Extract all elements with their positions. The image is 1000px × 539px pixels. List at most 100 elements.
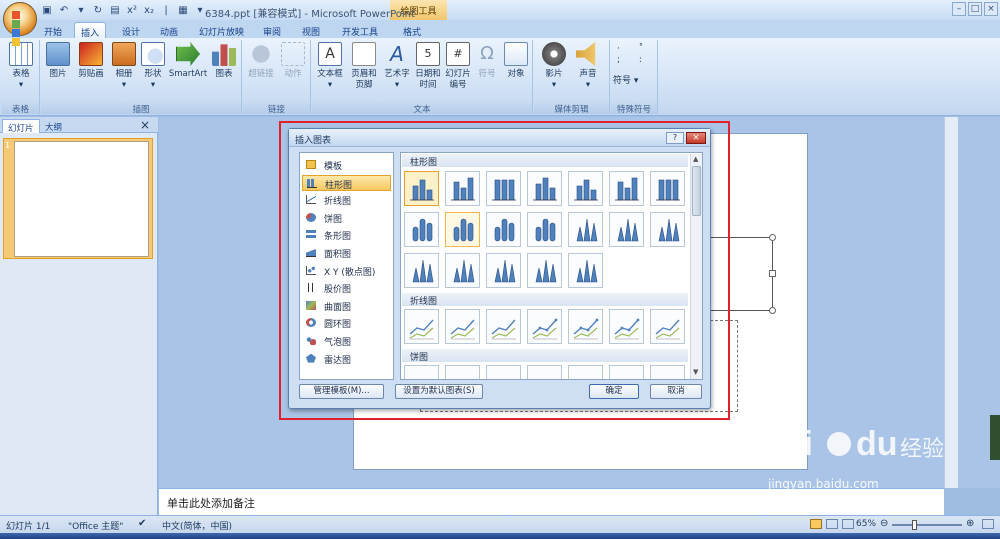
header-footer-button[interactable]: 页眉和 页脚	[347, 42, 381, 91]
group-media: 影片 ▾ 声音 ▾ 媒体剪辑	[534, 40, 610, 115]
subscript-icon[interactable]: x₂	[142, 3, 156, 17]
save-icon[interactable]: ▣	[40, 3, 54, 17]
tab-outline[interactable]: 大纲	[40, 119, 67, 133]
film-reel-icon	[542, 42, 566, 66]
zoom-slider[interactable]	[892, 524, 962, 526]
office-button[interactable]	[3, 2, 37, 46]
slide-number-button[interactable]: # 幻灯片 编号	[443, 42, 473, 91]
tab-animations[interactable]: 动画	[154, 22, 184, 38]
textbox-button[interactable]: A 文本框 ▾	[314, 42, 346, 91]
hyperlink-label: 超链接	[248, 69, 274, 79]
slide-thumbnail[interactable]	[14, 141, 149, 257]
special-symbol-label: 符号	[613, 76, 632, 86]
chart-button[interactable]: 图表	[209, 42, 239, 80]
close-icon[interactable]: ×	[984, 2, 998, 16]
picture-label: 图片	[49, 69, 67, 79]
smartart-icon	[176, 42, 200, 66]
shapes-icon	[141, 42, 165, 66]
slide-number-icon: #	[446, 42, 470, 66]
minimize-icon[interactable]: –	[952, 2, 966, 16]
print-preview-icon[interactable]: ▤	[108, 3, 122, 17]
smartart-label: SmartArt	[168, 69, 208, 79]
paste-small-icon[interactable]: ▦	[176, 3, 190, 17]
album-button[interactable]: 相册 ▾	[109, 42, 139, 91]
symbol-label: 符号	[478, 69, 496, 79]
highlight-frame	[279, 121, 730, 420]
slideshow-view-icon[interactable]	[842, 519, 854, 529]
wordart-label: 艺术字	[384, 69, 410, 79]
tab-review[interactable]: 审阅	[257, 22, 287, 38]
chart-icon	[212, 44, 236, 66]
slides-panel: 幻灯片 大纲 × 1	[0, 117, 158, 515]
group-label-text: 文本	[312, 102, 532, 115]
hyperlink-button[interactable]: 超链接	[245, 42, 277, 80]
sound-button[interactable]: 声音 ▾	[572, 42, 604, 91]
tab-slides[interactable]: 幻灯片	[2, 119, 40, 134]
date-time-button[interactable]: 5 日期和 时间	[413, 42, 443, 91]
symbol-grid-icon: · ˚; :	[617, 44, 652, 65]
album-icon	[112, 42, 136, 66]
movie-button[interactable]: 影片 ▾	[538, 42, 570, 91]
clipart-button[interactable]: 剪贴画	[75, 42, 107, 80]
group-label-illustrations: 插图	[41, 102, 241, 115]
tab-slideshow[interactable]: 幻灯片放映	[193, 22, 250, 38]
symbol-button[interactable]: Ω 符号	[474, 42, 500, 80]
slide-number-label: 幻灯片 编号	[445, 69, 471, 90]
special-symbol-button[interactable]: · ˚; : 符号 ▾	[613, 42, 655, 87]
zoom-out-icon[interactable]: ⊖	[880, 518, 888, 529]
panel-tabs: 幻灯片 大纲 ×	[0, 117, 158, 134]
normal-view-icon[interactable]	[810, 519, 822, 529]
hyperlink-icon	[249, 42, 273, 66]
group-text: A 文本框 ▾ 页眉和 页脚 A 艺术字 ▾ 5 日期和 时间 # 幻灯片 编号 Ω 符号 对…	[312, 40, 533, 115]
resize-handle[interactable]	[769, 270, 776, 277]
undo-dropdown-icon[interactable]: ▾	[74, 3, 88, 17]
action-label: 动作	[284, 69, 302, 79]
maximize-icon[interactable]: □	[968, 2, 982, 16]
shapes-label: 形状	[144, 69, 162, 79]
resize-handle[interactable]	[769, 307, 776, 314]
spellcheck-icon[interactable]: ✔	[138, 518, 146, 529]
picture-icon	[46, 42, 70, 66]
ribbon-tabs: 开始 插入 设计 动画 幻灯片放映 审阅 视图 开发工具 格式	[0, 20, 1000, 39]
wordart-button[interactable]: A 艺术字 ▾	[381, 42, 413, 91]
slide-thumbnail-number: 1	[5, 141, 11, 150]
zoom-in-icon[interactable]: ⊕	[966, 518, 974, 529]
picture-button[interactable]: 图片	[43, 42, 73, 80]
textbox-icon: A	[318, 42, 342, 66]
table-button[interactable]: 表格 ▾	[6, 42, 36, 91]
fit-window-icon[interactable]	[982, 519, 994, 529]
group-illustrations: 图片 剪贴画 相册 ▾ 形状 ▾ SmartArt 图表 插图	[41, 40, 242, 115]
tab-design[interactable]: 设计	[116, 22, 146, 38]
sound-label: 声音	[579, 69, 597, 79]
tab-view[interactable]: 视图	[296, 22, 326, 38]
slide-sorter-icon[interactable]	[826, 519, 838, 529]
ribbon: 表格 ▾ 表格 图片 剪贴画 相册 ▾ 形状 ▾ SmartArt 图表 插图 超链接…	[0, 38, 1000, 116]
panel-close-icon[interactable]: ×	[140, 118, 150, 132]
shapes-button[interactable]: 形状 ▾	[139, 42, 167, 91]
zoom-slider-thumb[interactable]	[912, 520, 917, 530]
redo-icon[interactable]: ↻	[91, 3, 105, 17]
title-bar: ▣ ↶ ▾ ↻ ▤ x² x₂ | ▦ ▾ 绘图工具 6384.ppt [兼容模…	[0, 0, 1000, 20]
superscript-icon[interactable]: x²	[125, 3, 139, 17]
zoom-level[interactable]: 65%	[856, 519, 876, 529]
watermark-brand-suffix: du	[856, 425, 898, 463]
tab-format[interactable]: 格式	[397, 22, 427, 38]
paw-icon	[824, 429, 854, 459]
group-label-tables: 表格	[2, 102, 39, 115]
resize-handle[interactable]	[769, 234, 776, 241]
group-tables: 表格 ▾ 表格	[2, 40, 40, 115]
tab-insert[interactable]: 插入	[74, 22, 107, 39]
tab-home[interactable]: 开始	[38, 22, 68, 38]
group-label-special-symbols: 特殊符号	[611, 102, 657, 115]
action-icon	[281, 42, 305, 66]
smartart-button[interactable]: SmartArt	[168, 42, 208, 80]
table-label: 表格	[12, 69, 30, 79]
tab-developer[interactable]: 开发工具	[336, 22, 384, 38]
textbox-label: 文本框	[317, 69, 343, 79]
object-button[interactable]: 对象	[501, 42, 531, 80]
action-button[interactable]: 动作	[278, 42, 308, 80]
undo-icon[interactable]: ↶	[57, 3, 71, 17]
header-footer-label: 页眉和 页脚	[351, 69, 377, 90]
status-language[interactable]: 中文(简体，中国)	[162, 519, 232, 532]
movie-label: 影片	[545, 69, 563, 79]
